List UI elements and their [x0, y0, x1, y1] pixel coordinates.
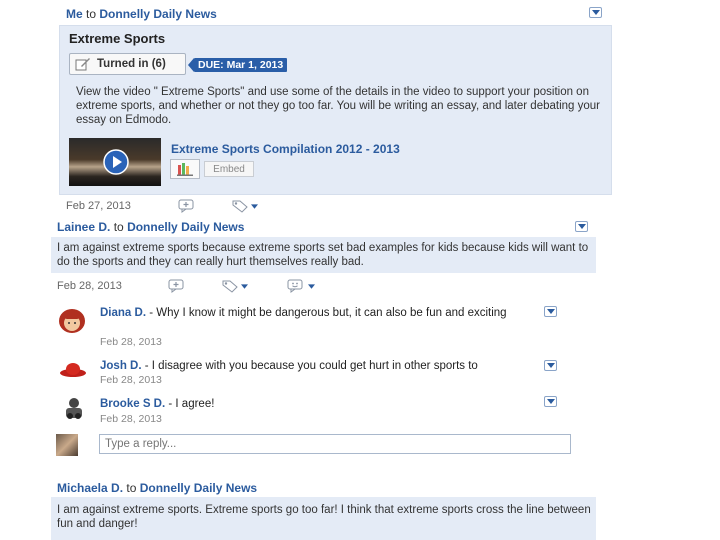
chevron-down-icon — [546, 399, 555, 404]
post-3: Michaela D. to Donnelly Daily News I am … — [0, 475, 720, 540]
reply-message: I disagree with you because you could ge… — [151, 360, 478, 372]
group-link[interactable]: Donnelly Daily News — [99, 7, 216, 21]
message-box: I am against extreme sports. Extreme spo… — [51, 497, 596, 540]
due-date: Mar 1, 2013 — [226, 59, 284, 71]
tag-button[interactable] — [222, 279, 248, 293]
chevron-down-icon — [308, 283, 315, 289]
reaction-button[interactable] — [287, 279, 315, 293]
smiley-icon — [287, 279, 303, 293]
chevron-down-icon — [546, 363, 555, 368]
attachment-title-link[interactable]: Extreme Sports Compilation 2012 - 2013 — [171, 142, 400, 156]
reply-options-dropdown[interactable] — [544, 360, 557, 371]
due-badge-arrow — [188, 58, 194, 72]
due-label: DUE: — [198, 59, 224, 71]
reply-text: Brooke S D. - I agree! — [100, 398, 214, 410]
sender-name[interactable]: Me — [66, 7, 83, 21]
post-1: Me to Donnelly Daily News Extreme Sports… — [0, 0, 720, 213]
reply-options-dropdown[interactable] — [544, 306, 557, 317]
embed-button[interactable]: Embed — [204, 161, 254, 177]
message-text: I am against extreme sports because extr… — [57, 242, 589, 268]
reply-date: Feb 28, 2013 — [100, 336, 162, 348]
reply-date: Feb 28, 2013 — [100, 374, 162, 386]
post-1-date: Feb 27, 2013 — [66, 200, 131, 212]
embed-label: Embed — [213, 163, 245, 175]
video-thumbnail[interactable] — [69, 138, 161, 186]
group-link[interactable]: Donnelly Daily News — [127, 220, 244, 234]
turned-in-button[interactable]: Turned in (6) — [69, 53, 186, 75]
play-icon — [103, 149, 129, 175]
reply-author[interactable]: Josh D. — [100, 360, 142, 372]
sender-name[interactable]: Michaela D. — [57, 481, 123, 495]
post-1-header: Me to Donnelly Daily News — [66, 7, 217, 21]
reply-message: Why I know it might be dangerous but, it… — [156, 307, 507, 319]
to-word: to — [126, 481, 137, 495]
turned-in-label: Turned in (6) — [97, 58, 166, 70]
reply-separator: - — [141, 360, 152, 372]
avatar — [57, 308, 87, 334]
sender-name[interactable]: Lainee D. — [57, 220, 110, 234]
group-link[interactable]: Donnelly Daily News — [140, 481, 257, 495]
post-2-header: Lainee D. to Donnelly Daily News — [57, 220, 244, 234]
chevron-down-icon — [591, 10, 600, 15]
post-options-dropdown[interactable] — [589, 7, 602, 18]
chevron-down-icon — [577, 224, 586, 229]
my-avatar — [56, 434, 78, 456]
to-word: to — [113, 220, 124, 234]
tag-icon — [222, 280, 238, 293]
reply-options-dropdown[interactable] — [544, 396, 557, 407]
library-icon — [177, 163, 193, 176]
chevron-down-icon — [241, 283, 248, 289]
reply-item: Brooke S D. - I agree! Feb 28, 2013 — [57, 395, 567, 427]
to-word: to — [86, 7, 97, 21]
post-2: Lainee D. to Donnelly Daily News I am ag… — [0, 215, 720, 465]
reply-icon — [168, 279, 184, 293]
reply-separator: - — [146, 307, 157, 319]
due-badge: DUE: Mar 1, 2013 — [194, 58, 288, 72]
post-2-date: Feb 28, 2013 — [57, 280, 122, 292]
reply-separator: - — [165, 398, 176, 410]
chevron-down-icon — [251, 203, 258, 209]
tag-icon — [232, 200, 248, 213]
reply-button[interactable] — [168, 279, 188, 293]
post-options-dropdown[interactable] — [575, 221, 588, 232]
reply-text: Josh D. - I disagree with you because yo… — [100, 360, 545, 372]
avatar — [62, 396, 86, 420]
edit-icon — [75, 58, 90, 71]
reply-date: Feb 28, 2013 — [100, 413, 162, 425]
avatar — [59, 360, 87, 380]
reply-item: Josh D. - I disagree with you because yo… — [57, 357, 567, 387]
reply-item: Diana D. - Why I know it might be danger… — [57, 305, 567, 348]
reply-text: Diana D. - Why I know it might be danger… — [100, 307, 540, 320]
tag-button[interactable] — [232, 199, 258, 213]
reply-author[interactable]: Brooke S D. — [100, 398, 165, 410]
reply-icon — [178, 199, 194, 213]
library-button[interactable] — [170, 159, 200, 179]
chevron-down-icon — [546, 309, 555, 314]
message-box: I am against extreme sports because extr… — [51, 237, 596, 273]
message-text: I am against extreme sports. Extreme spo… — [57, 504, 591, 530]
assignment-card: Extreme Sports Turned in (6) DUE: Mar 1,… — [59, 25, 612, 195]
reply-button[interactable] — [178, 199, 198, 213]
reply-input[interactable] — [99, 434, 571, 454]
post-3-header: Michaela D. to Donnelly Daily News — [57, 481, 257, 495]
reply-author[interactable]: Diana D. — [100, 307, 146, 319]
reply-message: I agree! — [175, 398, 215, 410]
assignment-title: Extreme Sports — [69, 31, 166, 46]
assignment-description: View the video " Extreme Sports" and use… — [76, 86, 600, 126]
